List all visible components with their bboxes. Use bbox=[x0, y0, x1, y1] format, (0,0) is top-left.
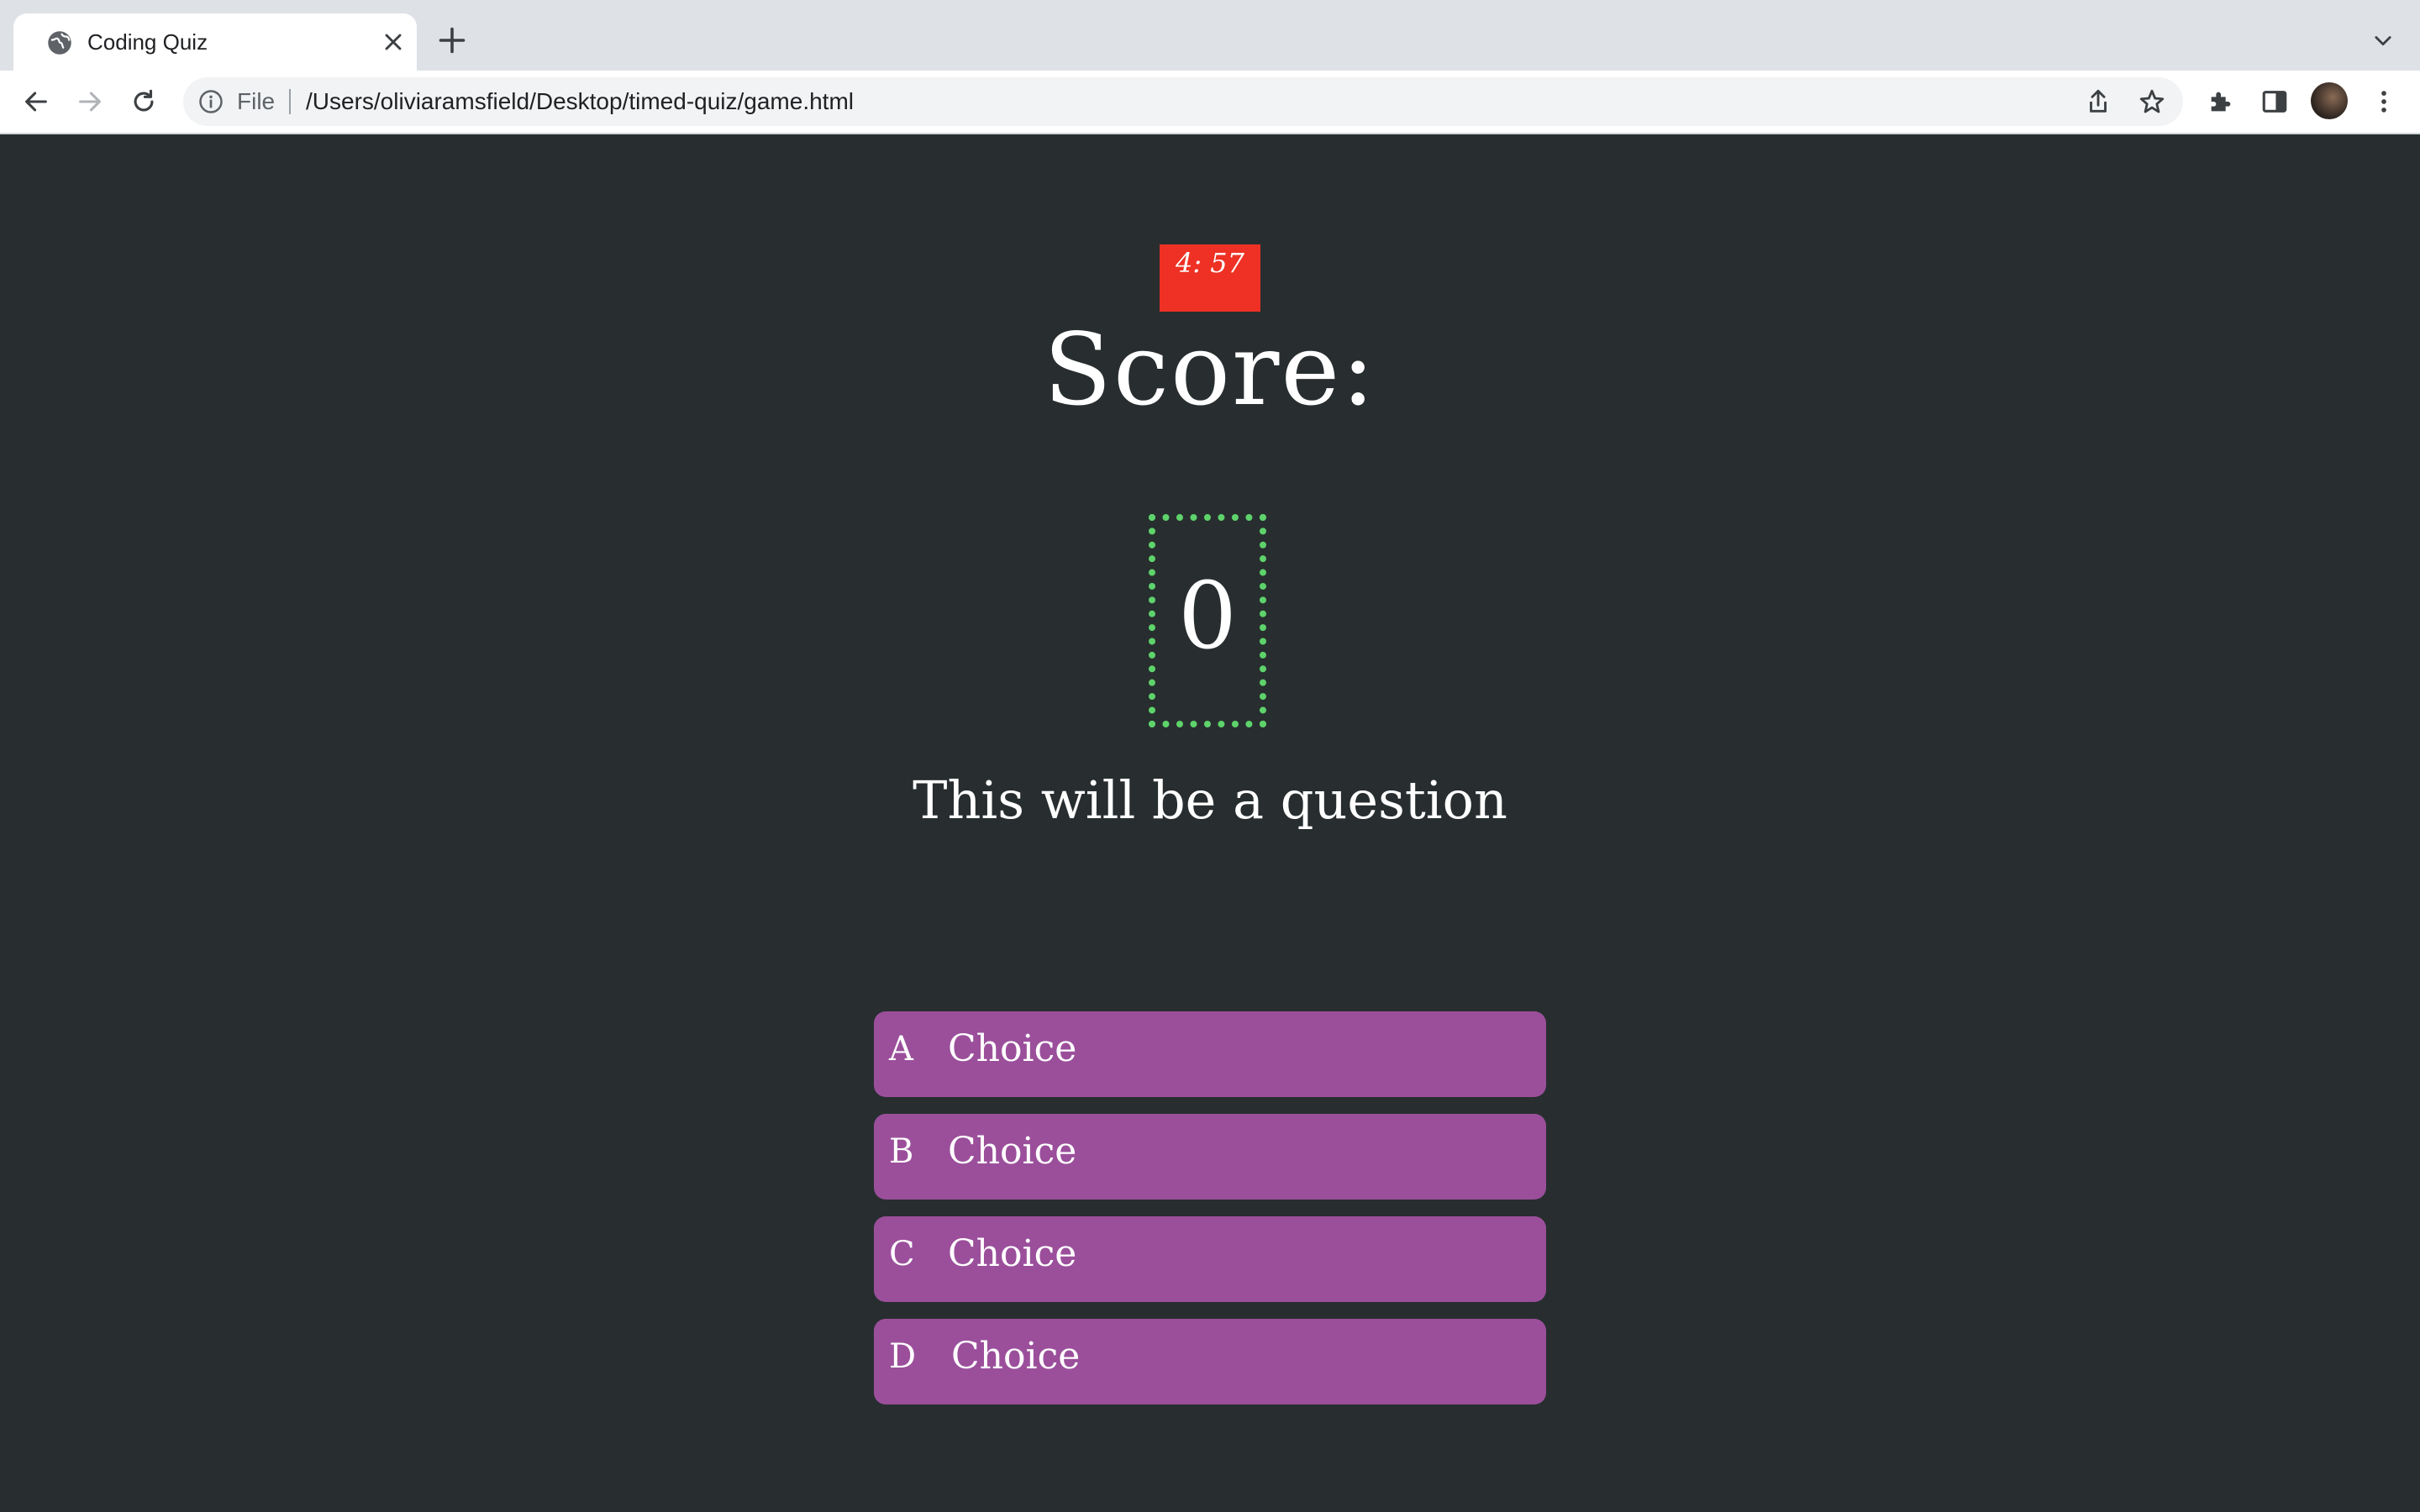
choice-text: Choice bbox=[948, 1027, 1077, 1070]
address-bar[interactable]: File /Users/oliviaramsfield/Desktop/time… bbox=[183, 77, 2183, 126]
choice-letter: A bbox=[889, 1030, 913, 1068]
score-heading: Score: bbox=[1044, 312, 1376, 428]
back-arrow-icon[interactable] bbox=[22, 87, 50, 116]
choice-text: Choice bbox=[951, 1335, 1081, 1378]
choice-text: Choice bbox=[948, 1130, 1077, 1173]
forward-arrow-icon[interactable] bbox=[76, 87, 104, 116]
question-text: This will be a question bbox=[913, 769, 1507, 831]
globe-icon bbox=[48, 31, 71, 55]
url-text[interactable]: /Users/oliviaramsfield/Desktop/timed-qui… bbox=[306, 86, 854, 118]
browser-toolbar: File /Users/oliviaramsfield/Desktop/time… bbox=[0, 71, 2420, 134]
choice-b-button[interactable]: B Choice bbox=[874, 1114, 1546, 1200]
choice-d-button[interactable]: D Choice bbox=[874, 1319, 1546, 1404]
side-panel-icon[interactable] bbox=[2260, 87, 2289, 116]
scheme-label: File bbox=[237, 88, 276, 114]
timer: 4: 57 bbox=[1160, 244, 1260, 312]
info-icon[interactable] bbox=[198, 89, 224, 114]
choice-letter: B bbox=[889, 1132, 914, 1171]
choice-text: Choice bbox=[948, 1232, 1077, 1275]
tab-strip: Coding Quiz bbox=[0, 0, 2420, 71]
address-separator bbox=[289, 89, 291, 114]
chevron-down-icon[interactable] bbox=[2371, 29, 2395, 52]
close-icon[interactable] bbox=[380, 29, 407, 55]
tab-title: Coding Quiz bbox=[87, 29, 208, 55]
choice-a-button[interactable]: A Choice bbox=[874, 1011, 1546, 1097]
puzzle-icon[interactable] bbox=[2207, 87, 2235, 116]
new-tab-plus-icon[interactable] bbox=[437, 25, 467, 55]
score-box: 0 bbox=[1149, 514, 1266, 727]
kebab-menu-icon[interactable] bbox=[2370, 87, 2398, 116]
choice-c-button[interactable]: C Choice bbox=[874, 1216, 1546, 1302]
profile-avatar[interactable] bbox=[2311, 82, 2348, 119]
reload-icon[interactable] bbox=[129, 87, 158, 116]
star-icon[interactable] bbox=[2138, 87, 2166, 116]
choice-letter: C bbox=[889, 1235, 915, 1273]
tab-coding-quiz[interactable]: Coding Quiz bbox=[13, 13, 417, 71]
score-value: 0 bbox=[1178, 562, 1237, 669]
share-icon[interactable] bbox=[2084, 87, 2112, 116]
choice-letter: D bbox=[889, 1337, 917, 1376]
